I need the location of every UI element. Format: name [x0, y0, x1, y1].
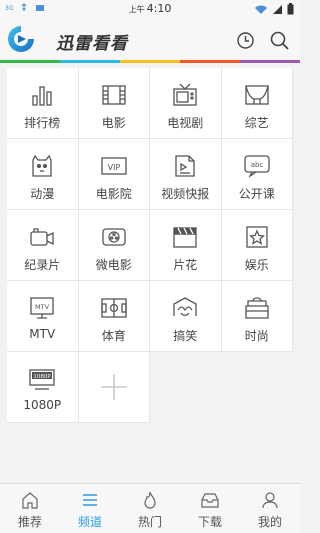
tab-recommend[interactable]: 推荐: [0, 484, 60, 533]
channel-video-news[interactable]: 视频快报: [150, 139, 222, 210]
history-clock-icon[interactable]: [237, 32, 254, 49]
battery-icon: [287, 3, 294, 15]
tray-icon: [201, 493, 219, 508]
field-icon: [101, 298, 127, 318]
search-icon[interactable]: [270, 31, 289, 50]
film-reel-icon: [102, 228, 126, 246]
app-header: 迅雷看看: [0, 18, 300, 62]
cartoon-icon: [32, 154, 52, 177]
star-icon: [246, 226, 268, 248]
vip-icon: VIP: [101, 157, 127, 175]
app-brand: 迅雷看看: [56, 34, 128, 54]
svg-text:abc: abc: [250, 161, 263, 169]
cell-signal-icon: [273, 4, 282, 14]
camera-icon: [30, 228, 54, 246]
channel-label: 动漫: [30, 187, 55, 201]
clapper-icon: [173, 227, 197, 248]
channel-grid: 排行榜 电影 电视剧 综艺 动漫 VIP 电影院 视频快报 abc 公开课 纪录…: [7, 68, 293, 423]
tab-hot[interactable]: 热门: [120, 484, 180, 533]
channel-label: 视频快报: [161, 187, 210, 201]
abc-icon: abc: [244, 155, 270, 178]
smile-icon: [173, 297, 197, 316]
home-icon: [22, 492, 38, 509]
ampm-label: 上午: [128, 5, 145, 14]
1080p-icon: 1080P: [29, 369, 55, 390]
film-icon: [102, 85, 126, 105]
channel-label: 公开课: [238, 187, 275, 201]
ranking-icon: [32, 86, 52, 106]
tab-mine[interactable]: 我的: [240, 484, 300, 533]
tab-label: 热门: [137, 515, 162, 529]
tab-label: 下载: [197, 515, 222, 529]
channel-label: 排行榜: [24, 116, 61, 130]
news-icon: [175, 155, 195, 177]
channel-label: 纪录片: [24, 258, 61, 272]
channel-variety[interactable]: 综艺: [221, 68, 293, 139]
clock-time: 4:10: [146, 2, 172, 15]
channel-open-course[interactable]: abc 公开课: [221, 139, 293, 210]
channel-label: 片花: [173, 258, 198, 272]
tab-label: 频道: [77, 515, 102, 529]
channel-label: 电影: [101, 116, 126, 130]
channel-tv[interactable]: 电视剧: [150, 68, 222, 139]
channel-label: 电视剧: [167, 116, 204, 130]
channel-label: 电影院: [95, 187, 132, 201]
add-channel-button[interactable]: [78, 352, 150, 423]
channel-label: 时尚: [244, 329, 269, 343]
header-accent-bar: [0, 60, 300, 63]
stage-icon: [245, 85, 269, 105]
svg-text:MTV: MTV: [35, 303, 50, 311]
tab-label: 推荐: [17, 515, 42, 529]
mtv-icon: MTV: [30, 297, 54, 319]
wifi-icon: [255, 5, 267, 14]
channel-ranking[interactable]: 排行榜: [7, 68, 79, 139]
channel-documentary[interactable]: 纪录片: [7, 210, 79, 281]
tv-icon: [173, 83, 197, 106]
channel-mtv[interactable]: MTV MTV: [7, 281, 79, 352]
channel-micro-film[interactable]: 微电影: [78, 210, 150, 281]
flame-icon: [144, 491, 156, 509]
svg-text:VIP: VIP: [107, 163, 120, 172]
app-logo-icon: [8, 26, 34, 52]
user-icon: [262, 492, 278, 509]
status-right: [254, 3, 294, 15]
channel-label: MTV: [29, 327, 56, 341]
channel-label: 微电影: [95, 258, 132, 272]
channel-label: 综艺: [244, 116, 269, 130]
channel-trailer[interactable]: 片花: [150, 210, 222, 281]
channel-label: 1080P: [23, 398, 62, 412]
tab-label: 我的: [257, 515, 282, 529]
bottom-nav: 推荐 频道 热门 下载 我的: [0, 483, 300, 533]
channel-cinema[interactable]: VIP 电影院: [78, 139, 150, 210]
tab-download[interactable]: 下载: [180, 484, 240, 533]
bag-icon: [245, 297, 269, 319]
status-bar: 3G 上午 4:10: [0, 0, 300, 18]
channel-label: 搞笑: [173, 329, 198, 343]
menu-icon: [83, 494, 97, 506]
plus-icon: [100, 374, 127, 400]
channel-entertainment[interactable]: 娱乐: [221, 210, 293, 281]
tab-channels[interactable]: 频道: [60, 484, 120, 533]
channel-sports[interactable]: 体育: [78, 281, 150, 352]
channel-animation[interactable]: 动漫: [7, 139, 79, 210]
channel-label: 体育: [101, 329, 126, 343]
channel-funny[interactable]: 搞笑: [150, 281, 222, 352]
channel-1080p[interactable]: 1080P 1080P: [7, 352, 79, 423]
svg-text:1080P: 1080P: [34, 374, 52, 380]
channel-fashion[interactable]: 时尚: [221, 281, 293, 352]
channel-film[interactable]: 电影: [78, 68, 150, 139]
channel-label: 娱乐: [244, 258, 269, 272]
